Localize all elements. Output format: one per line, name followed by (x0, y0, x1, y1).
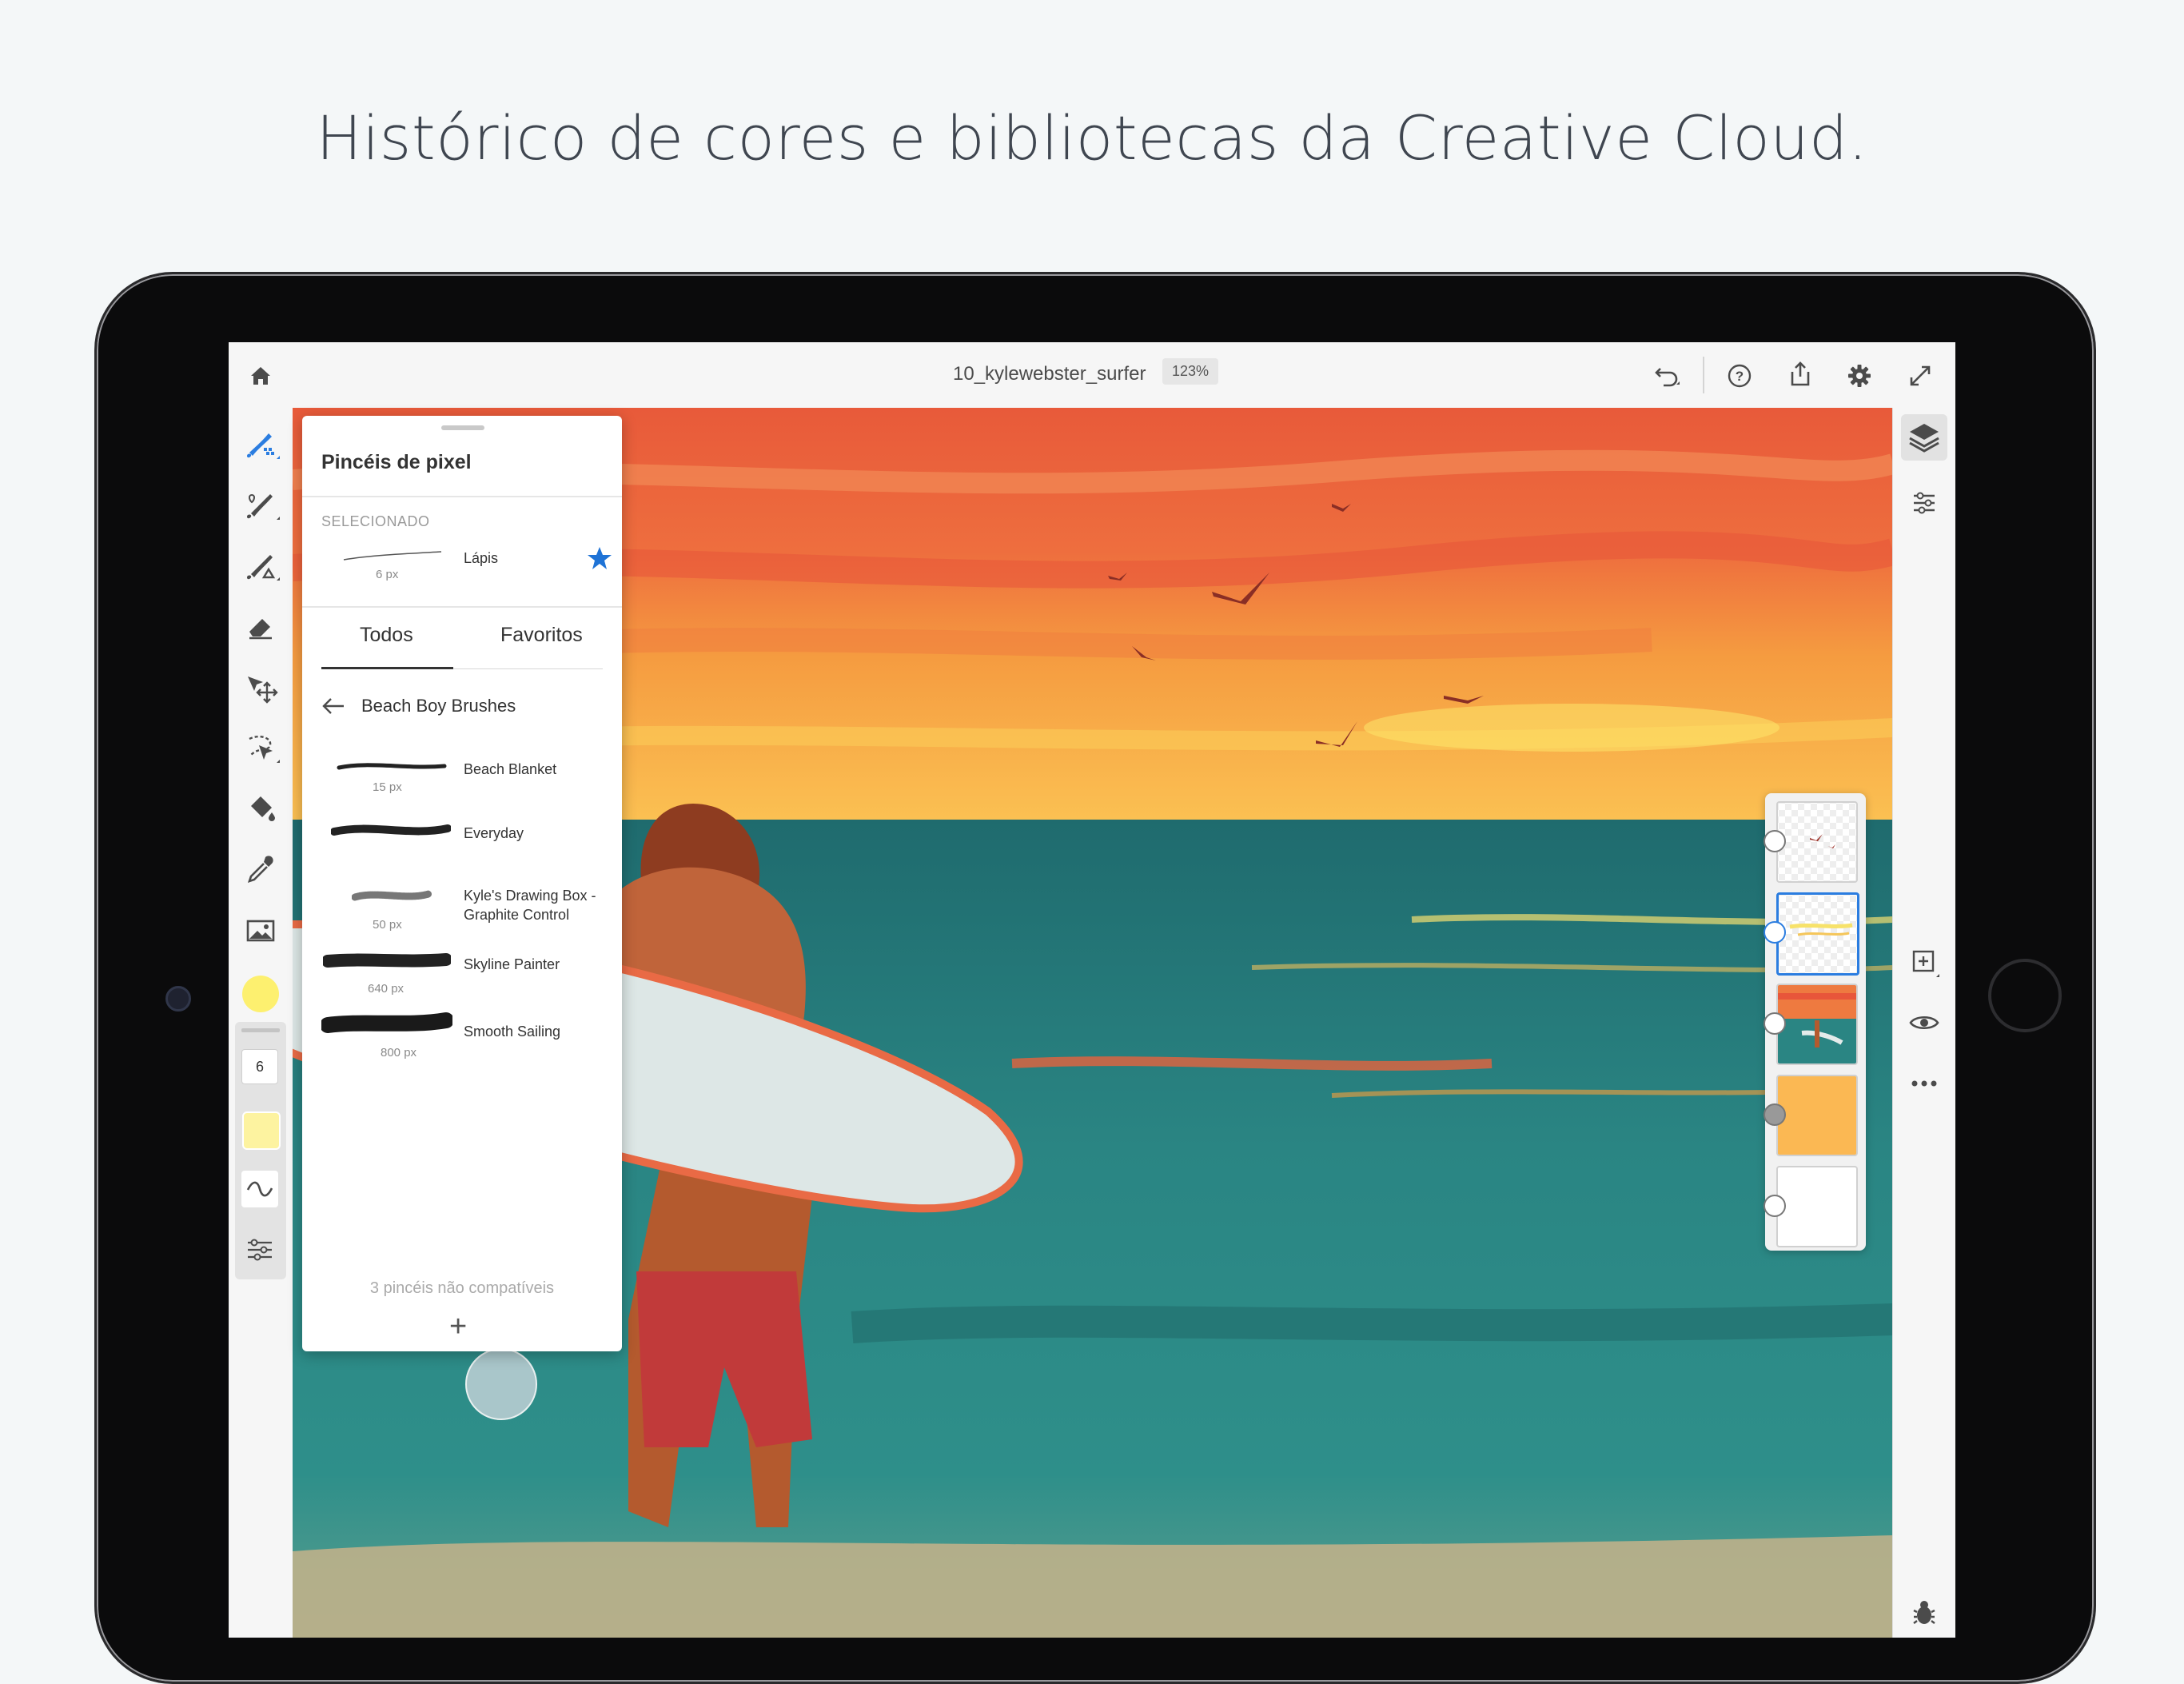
layer-type-icon (1764, 1195, 1786, 1217)
camera (165, 986, 191, 1012)
layer-type-icon (1764, 1012, 1786, 1035)
pixel-brushes-panel: Pincéis de pixel SELECIONADO 6 px Lápis … (302, 416, 622, 1351)
selected-brush-stroke (343, 551, 442, 561)
brush-name: Kyle's Drawing Box - (464, 888, 596, 904)
share-icon[interactable] (1783, 357, 1818, 392)
eyedropper-icon[interactable] (240, 849, 281, 891)
pixel-brush-icon[interactable] (240, 424, 281, 465)
zoom-level[interactable]: 123% (1162, 358, 1219, 385)
brush-stroke-preview (331, 824, 451, 836)
brush-item[interactable]: 15 px Beach Blanket (302, 752, 622, 809)
left-toolbar: 6 (229, 408, 293, 1638)
brush-size-field[interactable]: 6 (241, 1049, 278, 1084)
live-brush-icon[interactable] (240, 485, 281, 526)
document-title[interactable]: 10_kylewebster_surfer (953, 363, 1146, 385)
layers-icon[interactable] (1901, 414, 1947, 461)
touch-cursor (465, 1348, 537, 1420)
favorite-star-icon[interactable] (587, 545, 612, 575)
tab-favoritos[interactable]: Favoritos (500, 624, 583, 647)
brush-name-line2: Graphite Control (464, 907, 570, 923)
home-hardware-button[interactable] (1988, 959, 2062, 1032)
panel-divider-2 (302, 606, 622, 608)
svg-text:?: ? (1736, 369, 1744, 384)
brush-size: 800 px (381, 1046, 417, 1059)
app-screen: 10_kylewebster_surfer 123% ? 6 Pincéis d… (229, 342, 1955, 1638)
layer-thumb-highlights[interactable] (1776, 892, 1859, 976)
layer-type-icon (1764, 1103, 1786, 1126)
brush-item[interactable]: 640 px Skyline Painter (302, 944, 622, 1004)
current-color-swatch[interactable] (242, 976, 279, 1012)
undo-icon[interactable] (1650, 358, 1685, 393)
layer-thumb-background[interactable] (1776, 1166, 1858, 1247)
add-brush-button[interactable]: + (449, 1310, 467, 1344)
fullscreen-icon[interactable] (1903, 358, 1938, 393)
smoothing-icon[interactable] (241, 1171, 278, 1207)
layer-type-icon (1764, 830, 1786, 852)
home-icon[interactable] (245, 360, 277, 392)
visibility-icon[interactable] (1901, 1000, 1947, 1046)
image-icon[interactable] (240, 910, 281, 952)
vector-brush-icon[interactable] (240, 545, 281, 587)
panel-divider (302, 496, 622, 497)
fill-icon[interactable] (240, 788, 281, 830)
settings-icon[interactable] (1842, 358, 1877, 393)
layer-thumb-fill[interactable] (1776, 1075, 1858, 1156)
transform-icon[interactable] (240, 667, 281, 708)
brush-name: Beach Blanket (464, 761, 557, 777)
panel-title: Pincéis de pixel (321, 451, 472, 473)
selected-brush[interactable]: 6 px Lápis (302, 536, 622, 608)
selection-icon[interactable] (240, 728, 281, 769)
brush-name: Skyline Painter (464, 956, 560, 972)
tab-active-indicator (321, 667, 453, 669)
brush-stroke-preview (352, 890, 432, 901)
selected-brush-name: Lápis (464, 550, 499, 566)
bug-icon[interactable] (1901, 1590, 1947, 1636)
brush-name: Everyday (464, 825, 524, 841)
selected-brush-size: 6 px (376, 568, 399, 581)
brush-stroke-preview (321, 1012, 452, 1033)
tool-properties-group: 6 (235, 1022, 286, 1279)
brush-stroke-preview (323, 953, 451, 968)
help-icon[interactable]: ? (1722, 358, 1757, 393)
incompatible-brushes-note: 3 pincéis não compatíveis (369, 1279, 555, 1297)
back-arrow-icon[interactable] (321, 696, 345, 716)
brush-item[interactable]: 800 px Smooth Sailing (302, 1006, 622, 1070)
layer-type-icon (1764, 921, 1786, 944)
brush-name: Smooth Sailing (464, 1024, 561, 1040)
layer-thumb-painting[interactable] (1776, 984, 1858, 1065)
brush-settings-icon[interactable] (241, 1231, 278, 1268)
brush-item[interactable]: 50 px Kyle's Drawing Box - Graphite Cont… (302, 878, 622, 942)
library-back-row[interactable]: Beach Boy Brushes (321, 696, 516, 716)
right-toolbar (1892, 408, 1955, 1638)
library-name: Beach Boy Brushes (361, 696, 516, 716)
headline: Histórico de cores e bibliotecas da Crea… (316, 102, 1868, 174)
brush-item[interactable]: Everyday (302, 816, 622, 873)
brush-size: 15 px (373, 780, 402, 794)
group-grip (241, 1028, 280, 1032)
brush-size: 50 px (373, 918, 402, 932)
layers-panel (1764, 793, 1866, 1251)
selected-label: SELECIONADO (321, 513, 430, 529)
layer-thumb-birds[interactable] (1776, 801, 1858, 883)
toolbar-separator (1703, 357, 1704, 393)
eraser-icon[interactable] (240, 606, 281, 648)
secondary-color-swatch[interactable] (242, 1111, 281, 1150)
brush-size: 640 px (368, 982, 405, 996)
tab-todos[interactable]: Todos (360, 624, 413, 647)
top-bar: 10_kylewebster_surfer 123% ? (229, 342, 1955, 409)
properties-icon[interactable] (1901, 480, 1947, 526)
panel-grip[interactable] (441, 425, 484, 430)
add-layer-icon[interactable] (1901, 939, 1947, 985)
more-icon[interactable] (1901, 1060, 1947, 1107)
brush-stroke-preview (337, 763, 447, 770)
